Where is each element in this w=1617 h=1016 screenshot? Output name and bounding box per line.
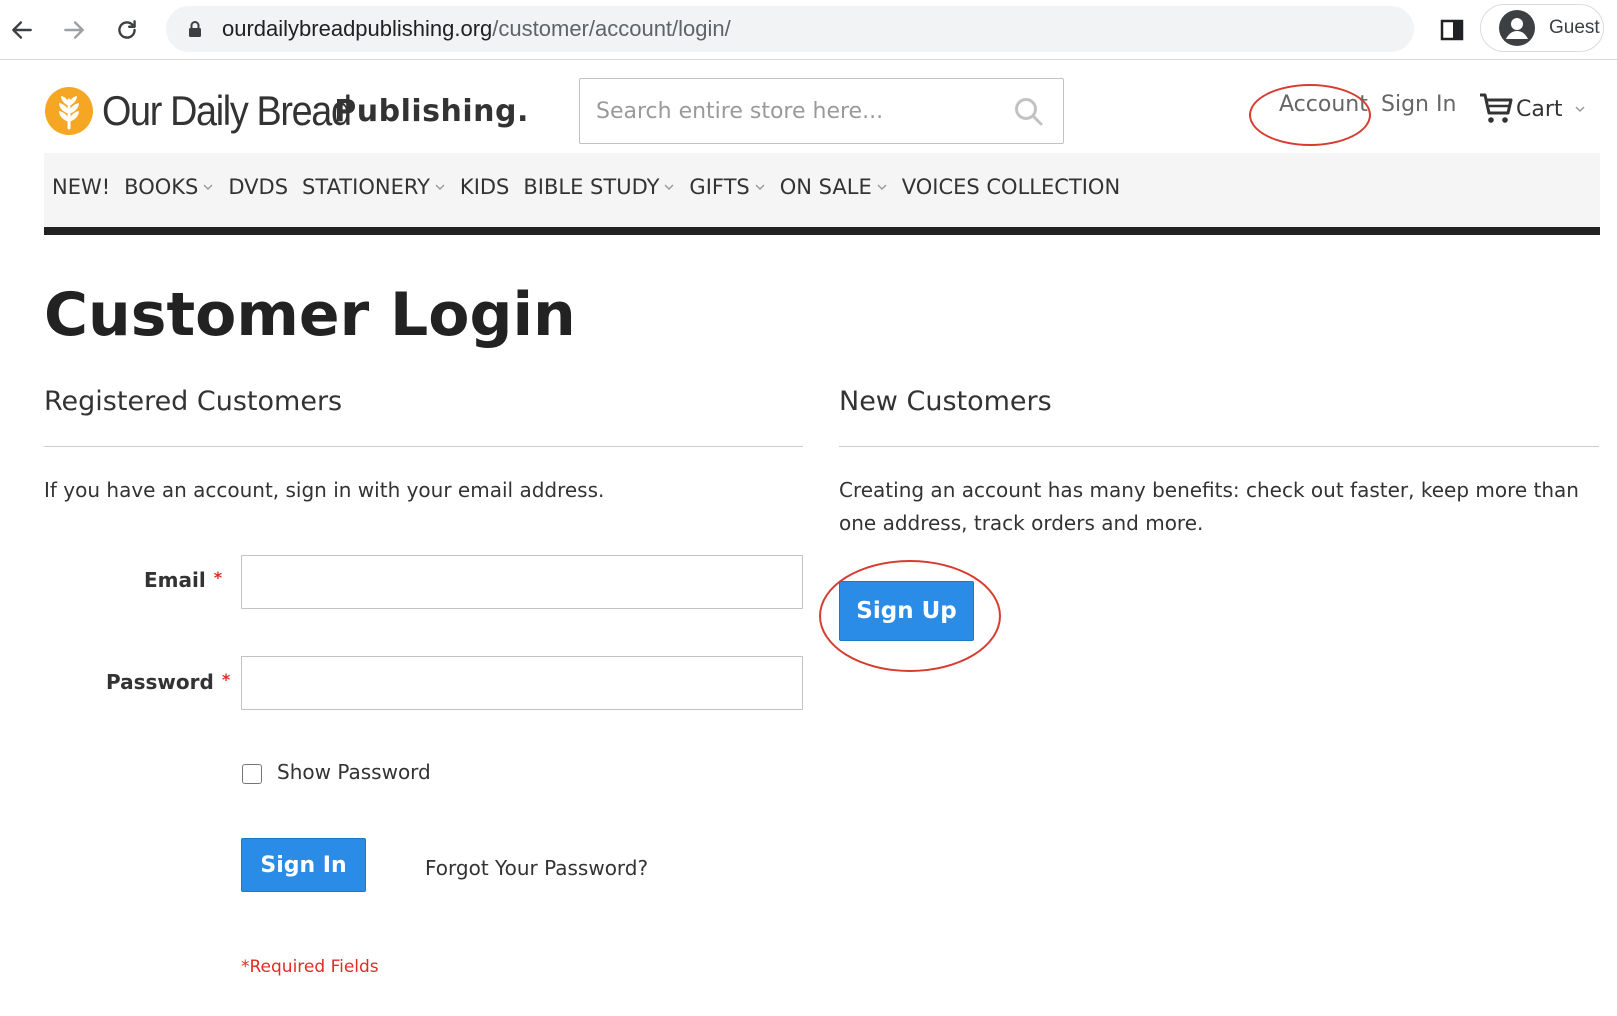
sign-up-button[interactable]: Sign Up <box>839 581 974 641</box>
new-customers-intro: Creating an account has many benefits: c… <box>839 478 1579 535</box>
chevron-down-icon <box>877 184 887 190</box>
required-marker: * <box>221 670 231 689</box>
forward-arrow-icon <box>64 21 84 39</box>
browser-toolbar: ourdailybreadpublishing.org/customer/acc… <box>0 0 1617 60</box>
nav-item-label: DVDS <box>228 175 289 199</box>
side-panel-icon <box>1440 19 1464 41</box>
divider <box>44 446 803 447</box>
forgot-password-link[interactable]: Forgot Your Password? <box>425 856 648 880</box>
profile-label: Guest <box>1549 17 1600 38</box>
nav-item-label: GIFTS <box>689 175 750 199</box>
nav-item-stationery[interactable]: STATIONERY <box>302 175 446 199</box>
nav-item-gifts[interactable]: GIFTS <box>689 175 765 199</box>
nav-item-label: VOICES COLLECTION <box>901 175 1121 199</box>
nav-item-kids[interactable]: KIDS <box>460 175 509 199</box>
sign-in-link[interactable]: Sign In <box>1381 92 1456 117</box>
nav-item-new[interactable]: NEW! <box>52 175 110 199</box>
required-marker: * <box>241 957 250 977</box>
cart-label: Cart <box>1516 96 1563 122</box>
nav-item-label: BIBLE STUDY <box>523 175 660 199</box>
email-label: Email * <box>144 568 222 592</box>
registered-customers-heading: Registered Customers <box>44 386 343 417</box>
cart-icon <box>1480 93 1513 123</box>
required-fields-note: *Required Fields <box>241 957 379 977</box>
nav-item-bible-study[interactable]: BIBLE STUDY <box>523 175 675 199</box>
chevron-down-icon <box>1574 106 1585 113</box>
main-navigation: NEW! BOOKS DVDS STATIONERY KIDS BIBLE STUDY GI… <box>44 153 1600 235</box>
url-text: ourdailybreadpublishing.org/customer/acc… <box>222 16 731 42</box>
sign-in-button[interactable]: Sign In <box>241 838 366 892</box>
required-fields-text: Required Fields <box>249 957 379 977</box>
nav-item-label: KIDS <box>459 175 510 199</box>
nav-list: NEW! BOOKS DVDS STATIONERY KIDS BIBLE STUDY GI… <box>52 175 1134 199</box>
password-field[interactable] <box>241 656 803 710</box>
lock-icon <box>188 19 204 39</box>
nav-item-on-sale[interactable]: ON SALE <box>780 175 888 199</box>
required-marker: * <box>213 568 223 587</box>
forward-button[interactable] <box>58 10 90 50</box>
cart-link[interactable]: Cart <box>1478 92 1587 126</box>
chevron-down-icon <box>664 184 674 190</box>
address-bar[interactable]: ourdailybreadpublishing.org/customer/acc… <box>166 6 1414 52</box>
registered-intro: If you have an account, sign in with you… <box>44 478 605 502</box>
reload-icon <box>118 20 136 39</box>
back-button[interactable] <box>6 10 38 50</box>
url-path: /customer/account/login/ <box>492 16 731 41</box>
chevron-down-icon <box>755 184 765 190</box>
page-title: Customer Login <box>44 280 576 350</box>
nav-item-voices-collection[interactable]: VOICES COLLECTION <box>902 175 1120 199</box>
profile-button[interactable]: Guest <box>1480 4 1604 52</box>
chevron-down-icon <box>435 184 445 190</box>
show-password-checkbox[interactable] <box>242 764 262 784</box>
chevron-down-icon <box>203 184 213 190</box>
show-password-label[interactable]: Show Password <box>277 760 431 784</box>
nav-item-label: BOOKS <box>124 175 199 199</box>
nav-item-dvds[interactable]: DVDS <box>228 175 288 199</box>
nav-item-label: ON SALE <box>779 175 872 199</box>
account-link[interactable]: Account <box>1279 92 1368 117</box>
reload-button[interactable] <box>111 10 143 50</box>
url-domain: ourdailybreadpublishing.org <box>222 16 493 41</box>
email-label-text: Email <box>144 568 206 592</box>
password-label-text: Password <box>106 670 214 694</box>
password-label: Password * <box>106 670 230 694</box>
nav-item-label: NEW! <box>52 175 111 199</box>
nav-item-books[interactable]: BOOKS <box>124 175 214 199</box>
header-links: Account Sign In Cart <box>0 92 1617 132</box>
back-arrow-icon <box>12 21 32 39</box>
divider <box>839 446 1599 447</box>
side-panel-button[interactable] <box>1436 14 1468 46</box>
email-field[interactable] <box>241 555 803 609</box>
profile-avatar-icon <box>1497 8 1537 48</box>
nav-item-label: STATIONERY <box>302 175 430 199</box>
new-customers-heading: New Customers <box>839 386 1052 417</box>
